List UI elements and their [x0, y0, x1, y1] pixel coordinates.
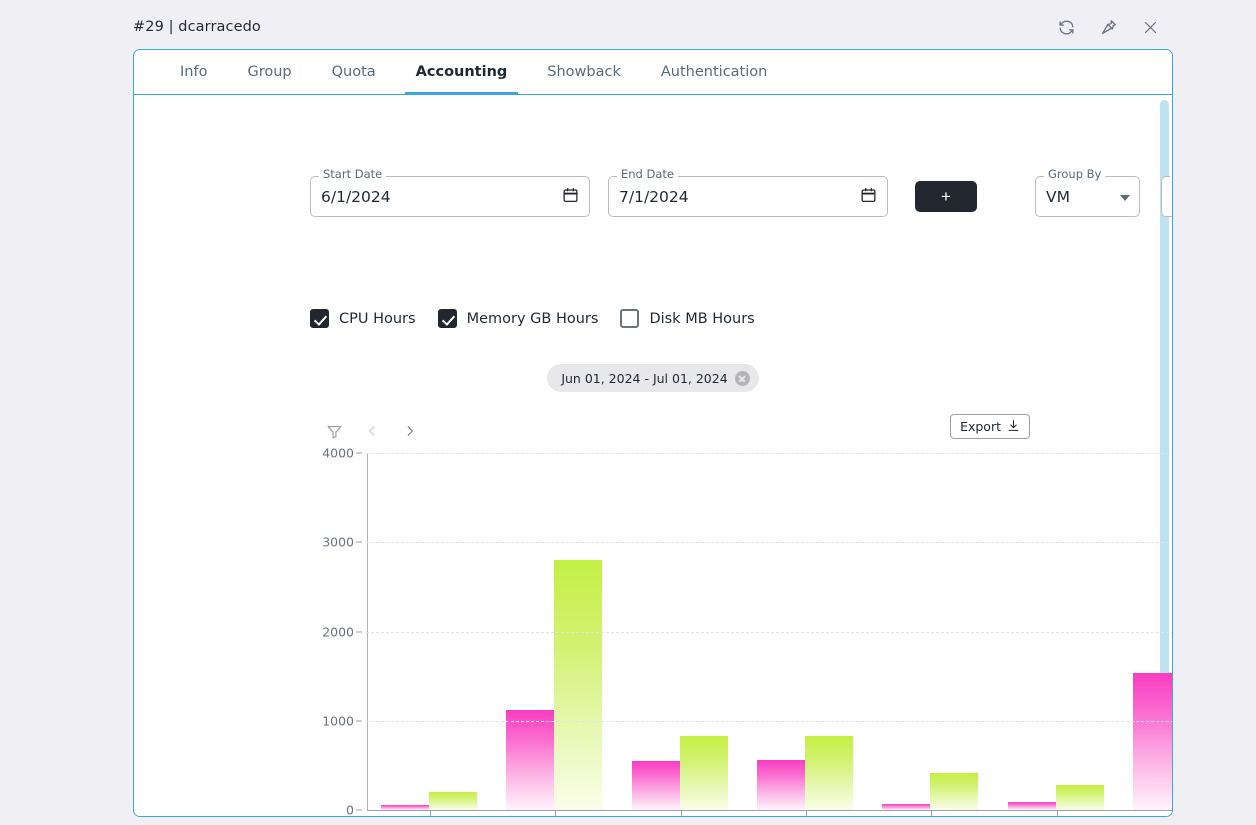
x-axis-line	[367, 810, 1172, 811]
tab-accounting[interactable]: Accounting	[400, 50, 524, 95]
window-title: #29 | dcarracedo	[133, 19, 261, 35]
window-titlebar: #29 | dcarracedo	[133, 8, 1163, 46]
tab-quota[interactable]: Quota	[316, 50, 392, 94]
bar-group	[631, 735, 728, 810]
end-date-value: 7/1/2024	[619, 187, 689, 206]
y-axis-tick	[356, 452, 362, 454]
tab-showback[interactable]: Showback	[531, 50, 637, 94]
group-by-value: VM	[1046, 187, 1070, 206]
start-date-field[interactable]: Start Date 6/1/2024	[310, 168, 590, 217]
chart-type-value: Bar Chart	[1172, 179, 1173, 215]
end-date-label: End Date	[617, 168, 678, 181]
tab-group[interactable]: Group	[231, 50, 307, 94]
end-date-field[interactable]: End Date 7/1/2024	[608, 168, 888, 217]
x-axis-tick	[680, 810, 682, 816]
group-by-label: Group By	[1044, 168, 1106, 181]
bar-memory[interactable]	[930, 773, 979, 810]
y-axis: 0 1000 2000 3000 4000	[320, 440, 362, 817]
y-axis-tick	[356, 720, 362, 722]
bar-memory[interactable]	[1055, 785, 1104, 810]
bar-group	[506, 560, 603, 810]
panel-body: Start Date 6/1/2024 End Date 7/1/2024 + …	[134, 95, 1172, 816]
bar-group	[1133, 462, 1172, 810]
bar-cpu[interactable]	[1007, 801, 1056, 810]
accounting-window: #29 | dcarracedo Info Group Quota Accoun…	[0, 0, 1256, 825]
y-axis-tick	[356, 631, 362, 632]
y-axis-tick-label: 2000	[322, 624, 354, 639]
bar-memory[interactable]	[428, 792, 477, 810]
chart-type-select[interactable]: Chart Type Bar Chart	[1161, 169, 1173, 217]
tab-bar: Info Group Quota Accounting Showback Aut…	[134, 50, 1172, 95]
bar-memory[interactable]	[679, 735, 728, 810]
refresh-icon[interactable]	[1053, 14, 1079, 40]
y-axis-tick-label: 4000	[322, 445, 354, 461]
download-icon	[1007, 419, 1020, 435]
window-actions	[1053, 8, 1163, 46]
start-date-label: Start Date	[319, 168, 387, 181]
checkbox-box[interactable]	[620, 309, 640, 328]
checkbox-label: CPU Hours	[339, 310, 416, 327]
x-axis-tick	[429, 810, 431, 816]
checkbox-cpu-hours[interactable]: CPU Hours	[310, 309, 416, 328]
y-axis-tick-label: 3000	[322, 534, 354, 550]
x-axis-tick	[806, 810, 807, 816]
x-axis-tick	[931, 810, 933, 816]
tab-info[interactable]: Info	[164, 50, 223, 94]
chevron-down-icon[interactable]	[1120, 194, 1130, 201]
filters-row: Start Date 6/1/2024 End Date 7/1/2024 + …	[310, 168, 1173, 217]
checkbox-disk-mb-hours[interactable]: Disk MB Hours	[620, 309, 755, 328]
close-circle-icon[interactable]	[734, 370, 750, 386]
bar-cpu[interactable]	[1133, 672, 1172, 810]
chart-type-label: Chart Type	[1170, 169, 1172, 181]
y-axis-tick	[356, 809, 362, 811]
metrics-checkboxes: CPU Hours Memory GB Hours Disk MB Hours	[310, 309, 777, 328]
gridline	[366, 720, 1172, 722]
x-axis-tick	[1056, 810, 1058, 816]
add-button[interactable]: +	[915, 181, 977, 212]
gridline	[366, 631, 1172, 633]
bar-group	[882, 773, 979, 810]
export-button-label: Export	[960, 419, 1001, 434]
bar-group	[380, 792, 477, 810]
y-axis-tick	[356, 541, 362, 543]
checkbox-memory-gb-hours[interactable]: Memory GB Hours	[437, 309, 599, 328]
date-range-chip[interactable]: Jun 01, 2024 - Jul 01, 2024	[547, 364, 759, 392]
calendar-icon[interactable]	[562, 186, 579, 207]
bar-memory[interactable]	[805, 735, 853, 810]
x-axis-tick	[555, 810, 557, 816]
start-date-value: 6/1/2024	[321, 187, 391, 206]
y-axis-tick-label: 1000	[322, 713, 354, 729]
calendar-icon[interactable]	[860, 186, 877, 207]
export-button[interactable]: Export	[950, 414, 1030, 439]
plot-area	[366, 453, 1172, 810]
date-range-chip-row: Jun 01, 2024 - Jul 01, 2024	[134, 364, 1172, 392]
pin-icon[interactable]	[1095, 14, 1121, 40]
group-by-select[interactable]: Group By VM	[1035, 168, 1140, 217]
bar-cpu[interactable]	[631, 760, 680, 810]
checkbox-label: Memory GB Hours	[466, 310, 599, 327]
checkbox-box[interactable]	[437, 309, 457, 328]
close-icon[interactable]	[1137, 14, 1163, 40]
date-range-chip-label: Jun 01, 2024 - Jul 01, 2024	[561, 370, 728, 386]
checkbox-box[interactable]	[310, 309, 329, 328]
bar-group	[1007, 785, 1104, 810]
y-axis-tick-label: 0	[346, 802, 354, 817]
gridline	[366, 542, 1172, 544]
gridline	[366, 453, 1172, 454]
bar-cpu[interactable]	[506, 710, 555, 810]
checkbox-label: Disk MB Hours	[649, 310, 755, 327]
accounting-bar-chart: 01000200030004000 vm-0vm-1vm-2vm-3vm-4vm…	[320, 440, 1172, 817]
bar-cpu[interactable]	[757, 760, 805, 810]
tab-authentication[interactable]: Authentication	[645, 50, 783, 94]
main-panel: Info Group Quota Accounting Showback Aut…	[133, 49, 1173, 817]
bar-memory[interactable]	[554, 560, 603, 810]
bar-group	[757, 735, 853, 810]
